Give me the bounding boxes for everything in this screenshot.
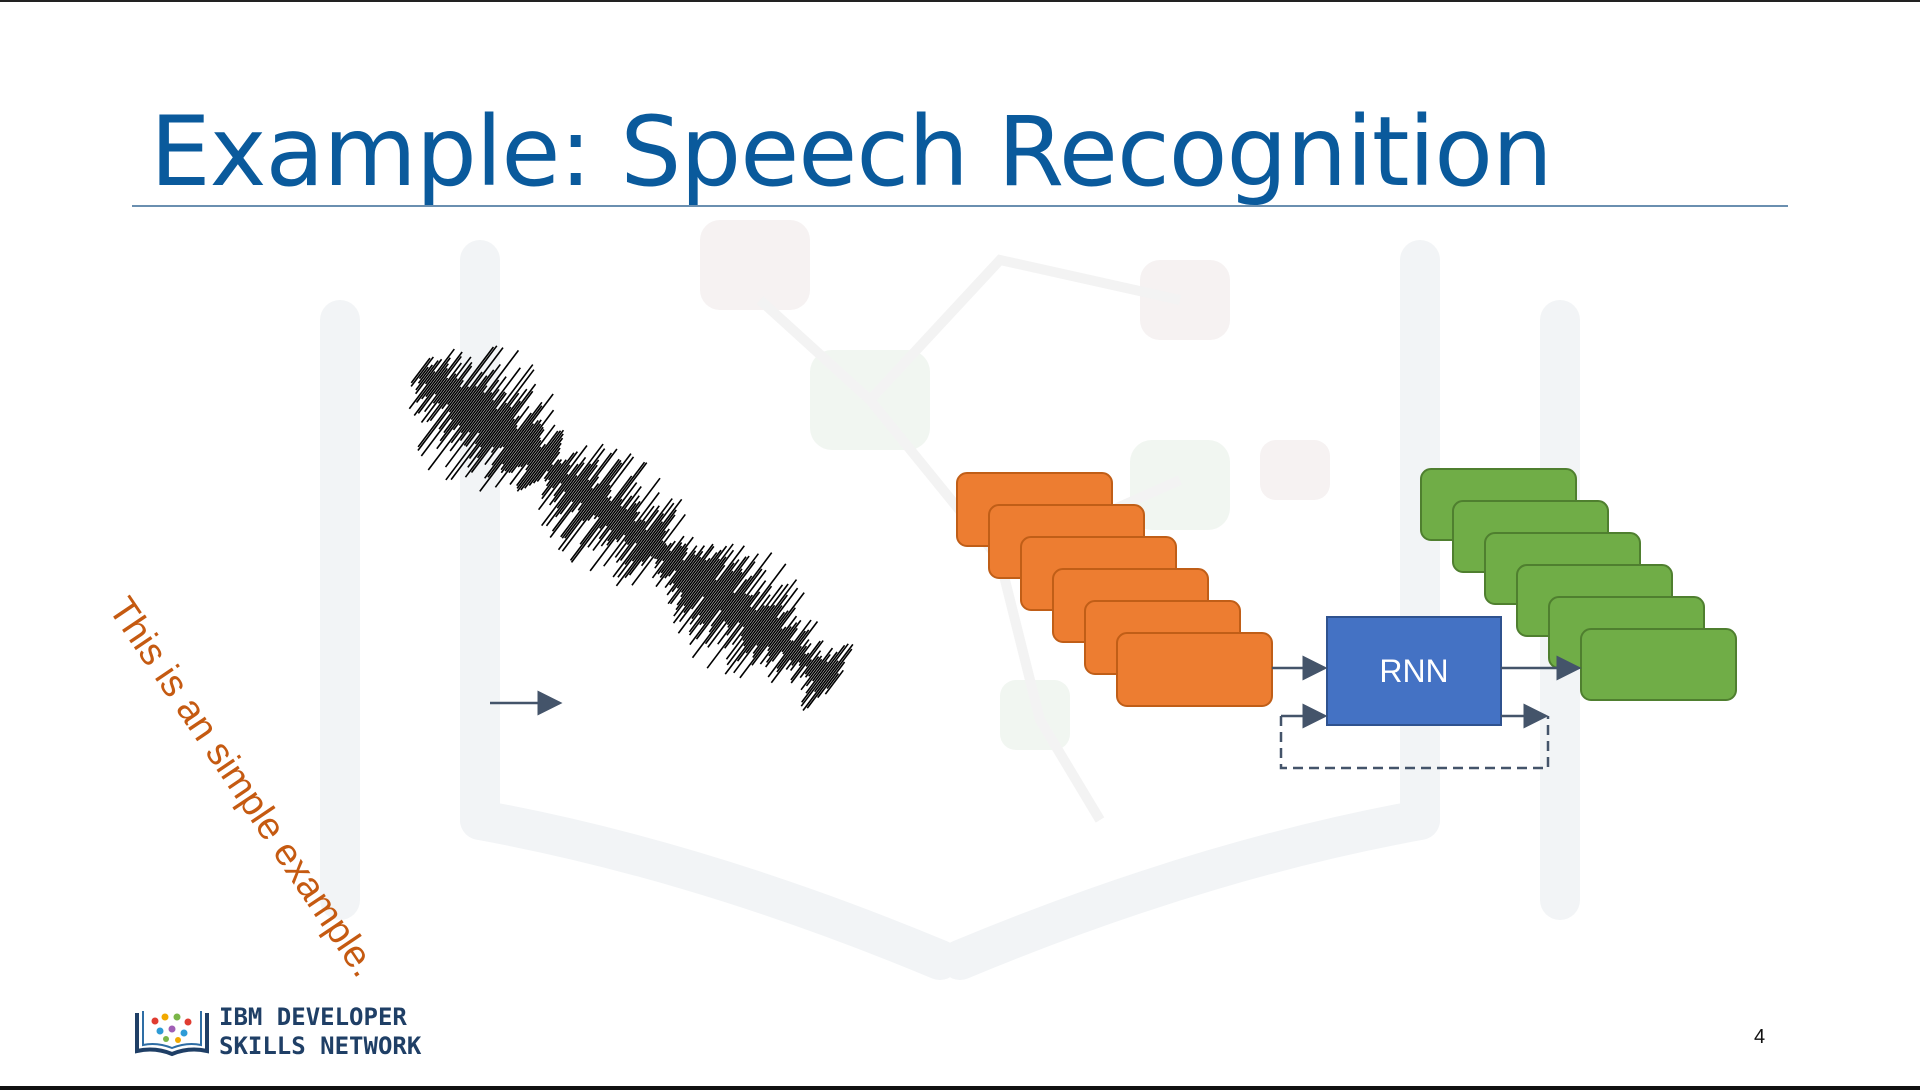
logo-line-1: IBM DEVELOPER <box>219 1003 407 1031</box>
page-number: 4 <box>1754 1026 1766 1048</box>
ibm-developer-logo: IBM DEVELOPER SKILLS NETWORK <box>133 1003 421 1061</box>
slide: Example: Speech Recognition This is an s… <box>0 0 1920 1090</box>
ibm-book-logo-icon <box>135 1011 209 1057</box>
output-box <box>1580 628 1737 701</box>
speech-diagram <box>408 345 1737 770</box>
logo-line-2: SKILLS NETWORK <box>219 1032 422 1060</box>
input-box <box>1116 632 1273 707</box>
waveform-bar <box>806 648 853 709</box>
waveform-icon <box>408 345 854 711</box>
logo-text: IBM DEVELOPER SKILLS NETWORK <box>219 1003 421 1061</box>
bottom-border <box>0 1086 1920 1090</box>
rnn-label: RNN <box>1379 652 1449 689</box>
input-stack <box>956 472 1273 707</box>
